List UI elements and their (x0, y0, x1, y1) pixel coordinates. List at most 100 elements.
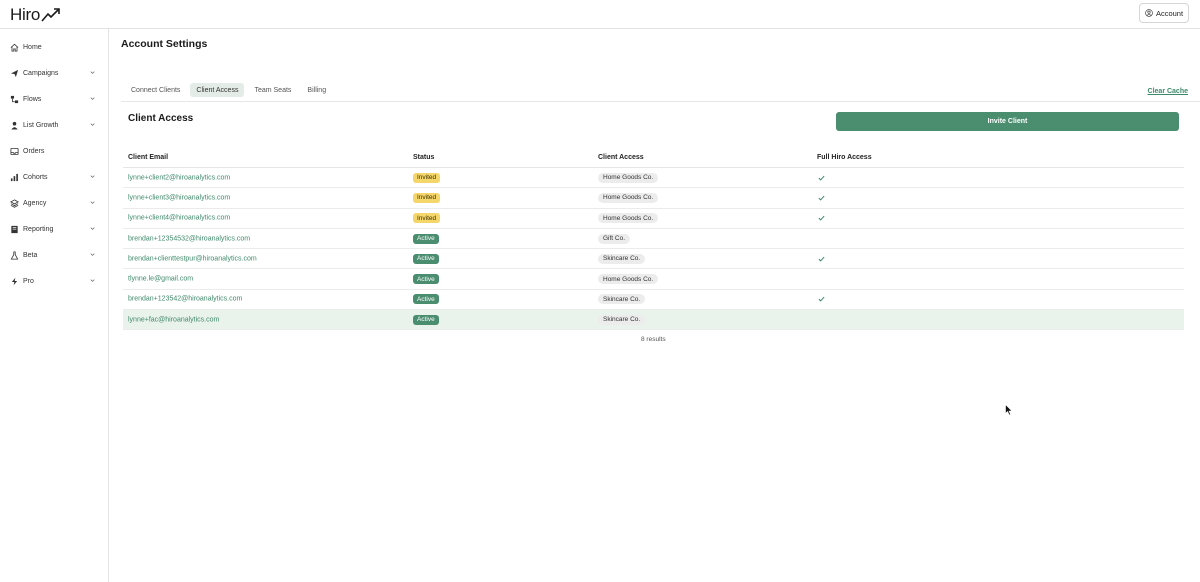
page-title: Account Settings (121, 38, 208, 50)
full-access-cell (818, 194, 825, 201)
client-access-cell: Home Goods Co. (598, 213, 659, 224)
client-email-link[interactable]: lynne+client4@hiroanalytics.com (128, 215, 230, 222)
table-row[interactable]: lynne+fac@hiroanalytics.com Active Skincar… (123, 310, 1184, 331)
status-cell: Invited (413, 192, 441, 203)
sidebar-item-home[interactable]: Home (0, 38, 108, 56)
clear-cache-link[interactable]: Clear Cache (1148, 88, 1188, 95)
client-email-link[interactable]: brendan+clienttestpur@hiroanalytics.com (128, 255, 257, 262)
checkmark-icon (818, 215, 825, 221)
status-badge: Active (413, 314, 439, 325)
tab-team-seats[interactable]: Team Seats (248, 83, 297, 97)
invite-client-button[interactable]: Invite Client (836, 112, 1179, 131)
sidebar-item-label: Cohorts (23, 173, 48, 181)
results-count: 8 results (641, 336, 666, 343)
client-access-chip: Gift Co. (598, 233, 631, 244)
full-access-cell (818, 215, 825, 222)
sidebar-item-label: Home (23, 43, 42, 51)
chevron-down-icon (90, 175, 95, 178)
bar-chart-icon (10, 173, 18, 181)
report-icon (11, 225, 18, 233)
tab-billing[interactable]: Billing (301, 83, 332, 97)
table-row[interactable]: lynne+client4@hiroanalytics.com Invited Ho… (123, 209, 1184, 229)
trend-arrow-icon (41, 8, 60, 22)
client-email-link[interactable]: lynne+client3@hiroanalytics.com (128, 194, 230, 201)
status-badge: Invited (413, 172, 441, 183)
client-email-link[interactable]: lynne+fac@hiroanalytics.com (128, 316, 219, 323)
table-row[interactable]: brendan+clienttestpur@hiroanalytics.com A… (123, 249, 1184, 270)
sidebar-item-cohorts[interactable]: Cohorts (0, 168, 108, 186)
user-icon (11, 121, 18, 130)
full-access-cell (818, 255, 825, 262)
account-button[interactable]: Account (1139, 3, 1189, 23)
sidebar-item-label: Beta (23, 251, 38, 259)
client-access-cell: Skincare Co. (598, 314, 646, 325)
client-access-chip: Home Goods Co. (598, 274, 659, 285)
sidebar-item-label: Pro (23, 277, 34, 285)
status-badge: Active (413, 253, 439, 264)
status-cell: Active (413, 314, 439, 325)
chevron-down-icon (90, 71, 95, 74)
client-email-link[interactable]: brendan+123542@hiroanalytics.com (128, 296, 242, 303)
client-email-link[interactable]: tlynne.le@gmail.com (128, 276, 193, 283)
sidebar-item-list-growth[interactable]: List Growth (0, 116, 108, 134)
sidebar-item-label: Agency (23, 199, 47, 207)
tab-connect-clients[interactable]: Connect Clients (125, 83, 186, 97)
sidebar-item-label: Campaigns (23, 69, 59, 77)
sidebar-item-reporting[interactable]: Reporting (0, 220, 108, 238)
client-access-cell: Skincare Co. (598, 294, 646, 305)
table-row[interactable]: lynne+client2@hiroanalytics.com Invited Ho… (123, 168, 1184, 189)
chevron-down-icon (90, 97, 95, 100)
checkmark-icon (818, 175, 825, 181)
client-email-link[interactable]: brendan+12354532@hiroanalytics.com (128, 235, 250, 242)
table-row[interactable]: lynne+client3@hiroanalytics.com Invited Ho… (123, 188, 1184, 209)
column-header-access: Client Access (598, 154, 644, 161)
checkmark-icon (818, 195, 825, 201)
layers-icon (10, 198, 19, 208)
tab-client-access[interactable]: Client Access (190, 83, 245, 97)
sidebar-item-campaigns[interactable]: Campaigns (0, 64, 108, 82)
sidebar: Home Campaigns Flows List Growth Orders … (0, 29, 109, 582)
logo-text: Hiro (10, 5, 40, 24)
hiro-logo[interactable]: Hiro (10, 5, 61, 25)
status-cell: Active (413, 294, 439, 305)
client-access-chip: Home Goods Co. (598, 172, 659, 183)
status-cell: Invited (413, 172, 441, 183)
table-row[interactable]: tlynne.le@gmail.com Active Home Goods Co. (123, 269, 1184, 290)
paper-plane-icon (10, 69, 19, 77)
client-access-cell: Gift Co. (598, 233, 631, 244)
sidebar-item-agency[interactable]: Agency (0, 194, 108, 212)
sidebar-item-pro[interactable]: Pro (0, 272, 108, 290)
full-access-cell (818, 296, 825, 303)
status-badge: Active (413, 294, 439, 305)
client-email-link[interactable]: lynne+client2@hiroanalytics.com (128, 174, 230, 181)
flow-icon (10, 95, 19, 103)
chevron-down-icon (90, 227, 95, 230)
inbox-icon (10, 147, 19, 155)
table-row[interactable]: brendan+123542@hiroanalytics.com Active Sk… (123, 290, 1184, 311)
user-circle-icon (1145, 9, 1153, 17)
chevron-down-icon (90, 123, 95, 126)
status-badge: Active (413, 274, 439, 285)
client-access-table: Client Email Status Client Access Full H… (123, 149, 1184, 331)
sidebar-item-orders[interactable]: Orders (0, 142, 108, 160)
settings-tabs: Connect Clients Client Access Team Seats… (125, 83, 332, 97)
top-bar: Hiro Account (0, 0, 1200, 29)
table-header: Client Email Status Client Access Full H… (123, 149, 1184, 168)
client-access-cell: Home Goods Co. (598, 192, 659, 203)
sidebar-item-beta[interactable]: Beta (0, 246, 108, 264)
column-header-email: Client Email (128, 154, 169, 161)
sidebar-item-label: Reporting (23, 225, 54, 233)
sidebar-item-label: Flows (23, 95, 42, 103)
checkmark-icon (818, 297, 825, 303)
main-content: Account Settings Connect Clients Client … (109, 29, 1200, 582)
sidebar-item-flows[interactable]: Flows (0, 90, 108, 108)
flask-icon (10, 250, 19, 260)
column-header-status: Status (413, 154, 435, 161)
client-access-cell: Home Goods Co. (598, 172, 659, 183)
sidebar-item-label: Orders (23, 147, 45, 155)
checkmark-icon (818, 256, 825, 262)
section-title: Client Access (128, 113, 194, 124)
client-access-chip: Skincare Co. (598, 314, 646, 325)
bolt-icon (11, 277, 18, 285)
table-row[interactable]: brendan+12354532@hiroanalytics.com Active… (123, 229, 1184, 250)
